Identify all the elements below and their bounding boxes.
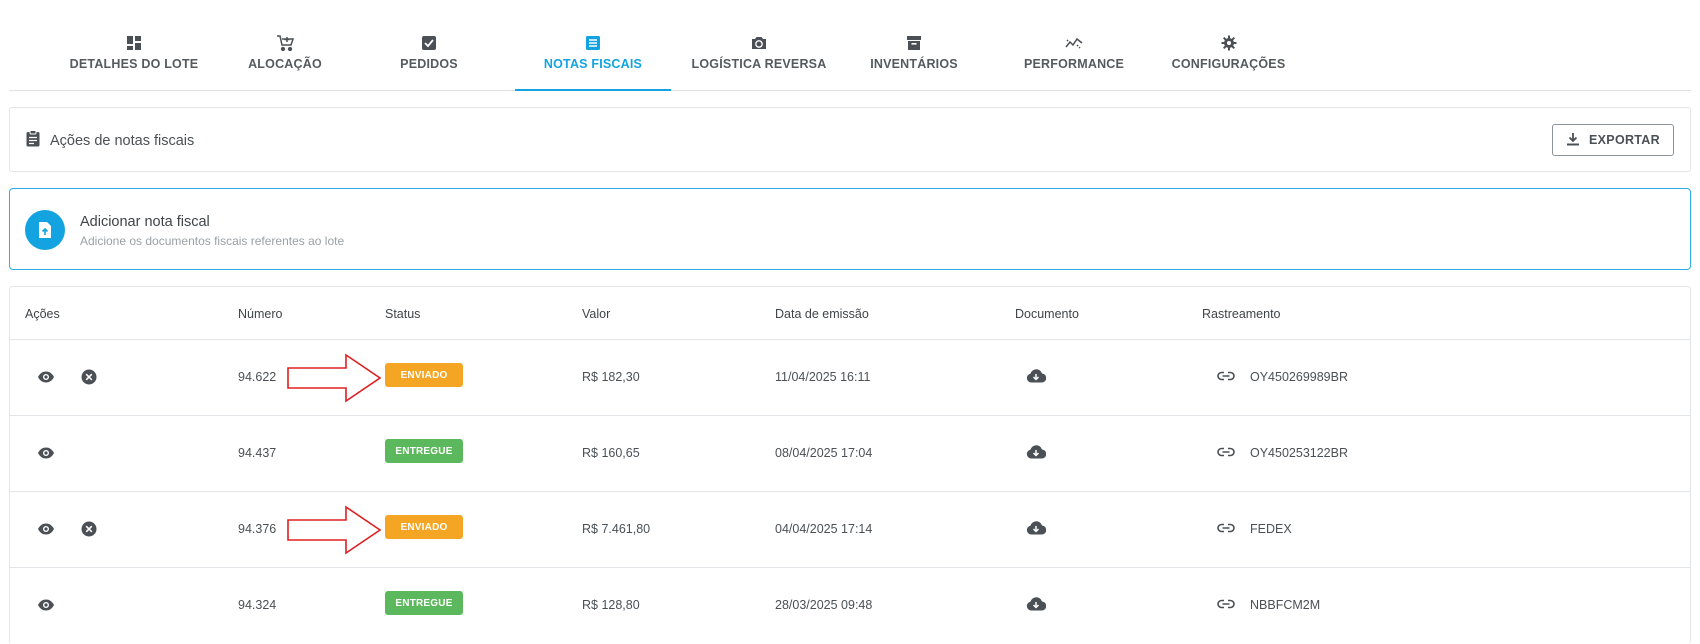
- tab-configuracoes[interactable]: CONFIGURAÇÕES: [1151, 0, 1306, 90]
- view-eye-icon[interactable]: [36, 443, 56, 463]
- performance-icon: [1065, 34, 1083, 52]
- status-badge: ENTREGUE: [385, 591, 463, 615]
- header-rastreamento: Rastreamento: [1202, 307, 1281, 321]
- tab-label: LOGÍSTICA REVERSA: [691, 57, 827, 71]
- invoice-value: R$ 182,30: [582, 370, 640, 384]
- tab-label: INVENTÁRIOS: [870, 57, 958, 71]
- link-icon[interactable]: [1216, 518, 1236, 538]
- red-arrow-annotation: [287, 505, 382, 555]
- tab-label: NOTAS FISCAIS: [543, 57, 643, 71]
- tracking-code[interactable]: FEDEX: [1250, 522, 1292, 536]
- tab-label: ALOCAÇÃO: [248, 57, 322, 71]
- header-numero: Número: [238, 307, 283, 321]
- actions-header: Ações de notas fiscais: [26, 130, 194, 151]
- tab-bar: DETALHES DO LOTE ALOCAÇÃO PEDIDOS NOTAS …: [9, 0, 1691, 91]
- actions-title: Ações de notas fiscais: [50, 132, 195, 149]
- view-eye-icon[interactable]: [36, 367, 56, 387]
- link-icon[interactable]: [1216, 366, 1236, 386]
- header-valor: Valor: [582, 307, 611, 321]
- tab-logistica-reversa[interactable]: LOGÍSTICA REVERSA: [674, 0, 844, 90]
- header-status: Status: [385, 307, 421, 321]
- invoice-value: R$ 128,80: [582, 598, 640, 612]
- view-eye-icon[interactable]: [36, 595, 56, 615]
- dashboard-icon: [125, 34, 143, 52]
- issue-date: 11/04/2025 16:11: [775, 370, 871, 384]
- invoice-actions-panel: Ações de notas fiscais EXPORTAR: [9, 107, 1691, 172]
- add-invoice-title: Adicionar nota fiscal: [80, 214, 210, 230]
- table-row: 94.622 ENVIADO R$ 182,30 11/04/2025 16:1…: [10, 339, 1690, 415]
- table-row: 94.437 ENTREGUE R$ 160,65 08/04/2025 17:…: [10, 415, 1690, 491]
- issue-date: 08/04/2025 17:04: [775, 446, 873, 460]
- invoice-value: R$ 7.461,80: [582, 522, 651, 536]
- cancel-icon[interactable]: [79, 367, 99, 387]
- cloud-download-icon[interactable]: [1026, 366, 1046, 386]
- tab-inventarios[interactable]: INVENTÁRIOS: [839, 0, 989, 90]
- cloud-download-icon[interactable]: [1026, 594, 1046, 614]
- invoice-number: 94.622: [238, 370, 277, 384]
- tab-detalhes-do-lote[interactable]: DETALHES DO LOTE: [49, 0, 219, 90]
- cloud-download-icon[interactable]: [1026, 518, 1046, 538]
- invoices-table: Ações Número Status Valor Data de emissã…: [9, 286, 1691, 644]
- clipboard-icon: [26, 130, 40, 151]
- status-badge: ENVIADO: [385, 515, 463, 539]
- tracking-code[interactable]: NBBFCM2M: [1250, 598, 1320, 612]
- header-documento: Documento: [1015, 307, 1079, 321]
- tab-alocacao[interactable]: ALOCAÇÃO: [215, 0, 355, 90]
- tab-label: DETALHES DO LOTE: [69, 57, 199, 71]
- view-eye-icon[interactable]: [36, 519, 56, 539]
- red-arrow-annotation: [287, 353, 382, 403]
- header-acoes: Ações: [25, 307, 60, 321]
- status-badge: ENTREGUE: [385, 439, 463, 463]
- link-icon[interactable]: [1216, 442, 1236, 462]
- tracking-code[interactable]: OY450253122BR: [1250, 446, 1348, 460]
- issue-date: 04/04/2025 17:14: [775, 522, 873, 536]
- status-badge: ENVIADO: [385, 363, 463, 387]
- gear-icon: [1220, 34, 1238, 52]
- camera-rotate-icon: [750, 34, 768, 52]
- tab-notas-fiscais[interactable]: NOTAS FISCAIS: [515, 0, 671, 91]
- tab-label: PERFORMANCE: [1023, 57, 1125, 71]
- tab-label: PEDIDOS: [400, 57, 458, 71]
- cloud-download-icon[interactable]: [1026, 442, 1046, 462]
- invoice-number: 94.324: [238, 598, 277, 612]
- tab-performance[interactable]: PERFORMANCE: [999, 0, 1149, 90]
- cart-add-icon: [276, 34, 294, 52]
- archive-icon: [905, 34, 923, 52]
- link-icon[interactable]: [1216, 594, 1236, 614]
- document-list-icon: [584, 34, 602, 52]
- tab-pedidos[interactable]: PEDIDOS: [364, 0, 494, 90]
- add-invoice-card[interactable]: Adicionar nota fiscal Adicione os docume…: [9, 188, 1691, 270]
- issue-date: 28/03/2025 09:48: [775, 598, 873, 612]
- export-label: EXPORTAR: [1589, 133, 1660, 147]
- invoice-number: 94.437: [238, 446, 277, 460]
- export-button[interactable]: EXPORTAR: [1552, 124, 1674, 156]
- checkbox-icon: [420, 34, 438, 52]
- tracking-code[interactable]: OY450269989BR: [1250, 370, 1348, 384]
- download-icon: [1566, 132, 1580, 149]
- file-upload-icon: [25, 210, 65, 250]
- invoice-value: R$ 160,65: [582, 446, 640, 460]
- table-row: 94.376 ENVIADO R$ 7.461,80 04/04/2025 17…: [10, 491, 1690, 567]
- header-data-emissao: Data de emissão: [775, 307, 869, 321]
- table-row: 94.324 ENTREGUE R$ 128,80 28/03/2025 09:…: [10, 567, 1690, 643]
- tab-label: CONFIGURAÇÕES: [1171, 57, 1286, 71]
- invoice-number: 94.376: [238, 522, 277, 536]
- add-invoice-subtitle: Adicione os documentos fiscais referente…: [80, 234, 345, 248]
- cancel-icon[interactable]: [79, 519, 99, 539]
